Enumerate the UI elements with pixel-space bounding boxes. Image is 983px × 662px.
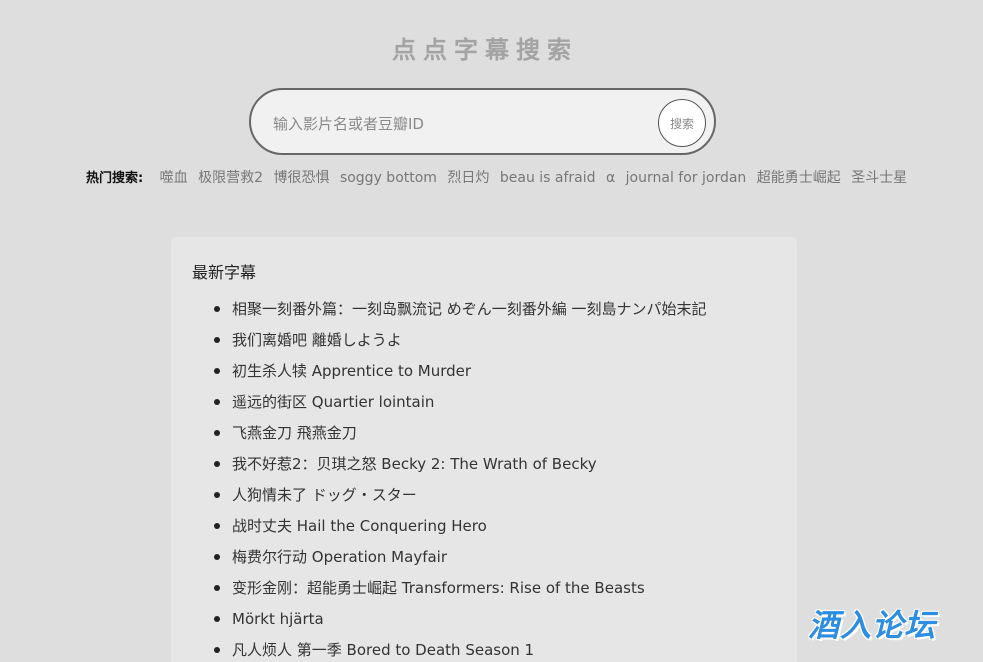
search-button[interactable]: 搜索 [658, 99, 706, 147]
subtitle-link[interactable]: 凡人烦人 第一季 Bored to Death Season 1 [232, 641, 534, 659]
hot-search-link[interactable]: 烈日灼 [447, 170, 489, 186]
watermark-logo: 酒入论坛 [808, 608, 936, 644]
latest-subtitles-panel: 最新字幕 相聚一刻番外篇：一刻岛飘流记 めぞん一刻番外編 一刻島ナンパ始末記 我… [171, 237, 797, 662]
hot-search-link[interactable]: 博很恐惧 [273, 170, 329, 186]
list-item: 战时丈夫 Hail the Conquering Hero [192, 512, 707, 543]
latest-subtitles-list: 相聚一刻番外篇：一刻岛飘流记 めぞん一刻番外編 一刻島ナンパ始末記 我们离婚吧 … [192, 295, 707, 662]
list-item: 梅费尔行动 Operation Mayfair [192, 543, 707, 574]
list-item: 我们离婚吧 離婚しようよ [192, 326, 707, 357]
subtitle-link[interactable]: Mörkt hjärta [232, 610, 324, 628]
list-item: 凡人烦人 第一季 Bored to Death Season 1 [192, 636, 707, 662]
list-item: 变形金刚：超能勇士崛起 Transformers: Rise of the Be… [192, 574, 707, 605]
list-item: 初生杀人犊 Apprentice to Murder [192, 357, 707, 388]
subtitle-link[interactable]: 遥远的街区 Quartier lointain [232, 393, 434, 411]
search-input[interactable] [271, 110, 655, 138]
page: 点点字幕搜索 搜索 热门搜索: 噬血 极限营救2 博很恐惧 soggy bott… [0, 0, 983, 662]
list-item: 遥远的街区 Quartier lointain [192, 388, 707, 419]
subtitle-link[interactable]: 飞燕金刀 飛燕金刀 [232, 424, 357, 442]
subtitle-link[interactable]: 人狗情未了 ドッグ・スター [232, 486, 417, 504]
latest-subtitles-title: 最新字幕 [192, 263, 257, 282]
hot-search-link[interactable]: beau is afraid [500, 170, 596, 186]
list-item: Mörkt hjärta [192, 605, 707, 636]
list-item: 我不好惹2：贝琪之怒 Becky 2: The Wrath of Becky [192, 450, 707, 481]
hot-searches: 热门搜索: 噬血 极限营救2 博很恐惧 soggy bottom 烈日灼 bea… [86, 168, 966, 188]
subtitle-link[interactable]: 我们离婚吧 離婚しようよ [232, 331, 402, 349]
hot-search-link[interactable]: 噬血 [160, 170, 188, 186]
subtitle-link[interactable]: 我不好惹2：贝琪之怒 Becky 2: The Wrath of Becky [232, 455, 597, 473]
site-title: 点点字幕搜索 [392, 36, 578, 64]
search-box: 搜索 [249, 88, 716, 155]
list-item: 飞燕金刀 飛燕金刀 [192, 419, 707, 450]
subtitle-link[interactable]: 变形金刚：超能勇士崛起 Transformers: Rise of the Be… [232, 579, 645, 597]
subtitle-link[interactable]: 相聚一刻番外篇：一刻岛飘流记 めぞん一刻番外編 一刻島ナンパ始末記 [232, 300, 707, 318]
hot-search-link[interactable]: 超能勇士崛起 [757, 170, 841, 186]
hot-search-link[interactable]: journal for jordan [626, 170, 747, 186]
hot-search-link[interactable]: α [606, 170, 615, 186]
hot-search-link[interactable]: 圣斗士星 [851, 170, 907, 186]
list-item: 相聚一刻番外篇：一刻岛飘流记 めぞん一刻番外編 一刻島ナンパ始末記 [192, 295, 707, 326]
subtitle-link[interactable]: 战时丈夫 Hail the Conquering Hero [232, 517, 487, 535]
hot-searches-label: 热门搜索: [86, 171, 144, 186]
hot-search-link[interactable]: soggy bottom [340, 170, 437, 186]
subtitle-link[interactable]: 初生杀人犊 Apprentice to Murder [232, 362, 471, 380]
subtitle-link[interactable]: 梅费尔行动 Operation Mayfair [232, 548, 447, 566]
hot-search-link[interactable]: 极限营救2 [198, 170, 263, 186]
list-item: 人狗情未了 ドッグ・スター [192, 481, 707, 512]
